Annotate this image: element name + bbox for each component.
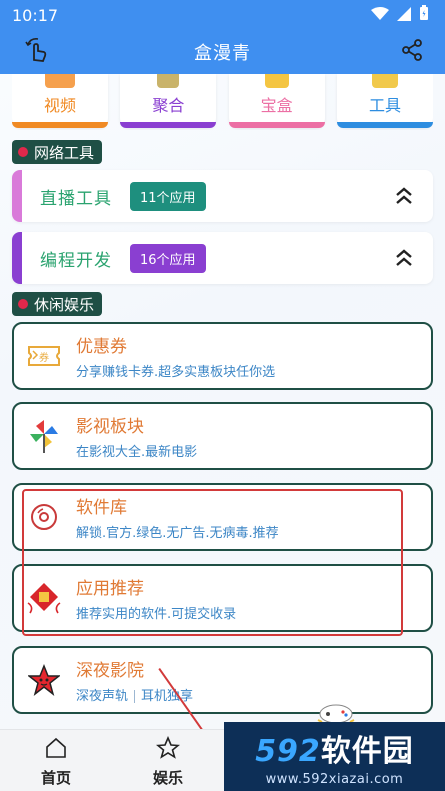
feature-title: 影视板块	[76, 417, 144, 437]
group-title: 直播工具	[40, 188, 112, 209]
section-dot	[18, 299, 28, 309]
feature-title: 深夜影院	[76, 661, 144, 681]
collapse-chevron-icon[interactable]	[393, 184, 415, 208]
category-treasure-box[interactable]: 宝盒	[228, 74, 325, 128]
svg-text:券: 券	[39, 351, 49, 364]
coupon-icon: 券	[26, 338, 62, 374]
status-bar: 10:17	[0, 0, 445, 30]
category-label: 聚合	[152, 96, 185, 115]
category-aggregate[interactable]: 聚合	[120, 74, 217, 128]
app-title: 盒漫青	[194, 43, 251, 64]
highlight-annotation-box	[22, 489, 403, 636]
section-title: 网络工具	[34, 143, 95, 162]
feature-description: 在影视大全.最新电影	[76, 445, 198, 460]
toolbox-icon	[371, 74, 398, 88]
group-count-badge: 16个应用	[130, 243, 206, 273]
group-live-tools[interactable]: 直播工具 11个应用	[12, 170, 433, 222]
gesture-button[interactable]	[20, 36, 54, 68]
feature-coupons[interactable]: 券 优惠券 分享赚钱卡券.超多实惠板块任你选	[12, 322, 433, 390]
nav-home[interactable]: 首页	[26, 736, 86, 788]
feature-description: 分享赚钱卡券.超多实惠板块任你选	[76, 365, 276, 380]
nav-label: 首页	[40, 769, 71, 787]
share-button[interactable]	[395, 36, 429, 68]
category-label: 视频	[43, 96, 76, 115]
collapse-chevron-icon[interactable]	[393, 246, 415, 270]
section-leisure: 休闲娱乐	[12, 292, 103, 316]
hand-pointer-icon	[23, 36, 51, 68]
feature-movies[interactable]: 影视板块 在影视大全.最新电影	[12, 402, 433, 470]
group-programming[interactable]: 编程开发 16个应用	[12, 232, 433, 284]
treasure-box-icon	[264, 74, 289, 88]
wifi-icon	[371, 6, 389, 25]
star-outline-icon	[155, 735, 181, 764]
signal-icon	[397, 6, 411, 25]
watermark-logo: 592软件园 www.592xiazai.com	[224, 722, 445, 791]
top-category-row: 视频 聚合 宝盒 工具	[12, 74, 433, 130]
share-icon	[400, 38, 424, 66]
feature-night-cinema[interactable]: 深夜影院 深夜声轨 耳机独享	[12, 646, 433, 714]
home-icon	[44, 736, 68, 764]
feature-title: 优惠券	[76, 337, 127, 357]
nav-entertainment[interactable]: 娱乐	[138, 735, 198, 788]
watermark-url: www.592xiazai.com	[265, 772, 404, 787]
battery-icon	[419, 5, 429, 25]
pinwheel-icon	[26, 418, 62, 454]
section-dot	[18, 147, 28, 157]
category-label: 工具	[368, 96, 401, 115]
video-category-icon	[45, 74, 75, 88]
section-title: 休闲娱乐	[34, 295, 95, 314]
group-title: 编程开发	[40, 250, 112, 271]
group-count-badge: 11个应用	[130, 181, 206, 211]
category-video[interactable]: 视频	[12, 74, 108, 128]
ribbon-icon	[157, 74, 180, 88]
section-network-tools: 网络工具	[12, 140, 103, 164]
status-time: 10:17	[12, 5, 59, 25]
category-tools[interactable]: 工具	[336, 74, 433, 128]
app-header: 盒漫青	[0, 30, 445, 74]
nav-label: 娱乐	[152, 769, 183, 787]
star-face-icon	[26, 662, 62, 698]
category-label: 宝盒	[260, 96, 293, 115]
